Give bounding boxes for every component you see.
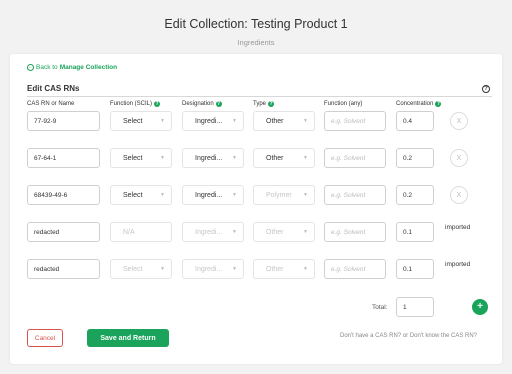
type-select[interactable]: Other ▼	[253, 111, 315, 131]
cas-input[interactable]: 68439-49-6	[27, 185, 100, 205]
remove-row-button[interactable]: X	[450, 186, 468, 204]
help-icon[interactable]: ?	[154, 101, 161, 107]
designation-select[interactable]: Ingredi... ▼	[182, 222, 244, 242]
cas-help-link[interactable]: Don't have a CAS RN? or Don't know the C…	[340, 333, 477, 339]
function-scil-select[interactable]: Select ▼	[110, 185, 172, 205]
chevron-down-icon: ▼	[303, 266, 308, 272]
function-any-input[interactable]: e.g. Solvent	[324, 185, 386, 205]
add-row-button[interactable]: +	[472, 299, 488, 315]
page-title: Edit Collection: Testing Product 1	[164, 17, 348, 31]
col-header-cas: CAS RN or Name	[27, 101, 75, 107]
designation-select[interactable]: Ingredi... ▼	[182, 148, 244, 168]
save-and-return-button[interactable]: Save and Return	[87, 329, 169, 347]
type-select[interactable]: Other ▼	[253, 222, 315, 242]
divider	[27, 96, 492, 97]
total-input[interactable]: 1	[396, 297, 434, 317]
concentration-input[interactable]: 0.1	[396, 259, 434, 279]
total-label: Total:	[372, 304, 388, 311]
section-title: Edit CAS RNs	[27, 84, 80, 93]
imported-label: imported	[445, 261, 471, 268]
page-subtitle: Ingredients	[237, 38, 275, 47]
chevron-down-icon: ▼	[303, 155, 308, 161]
designation-select[interactable]: Ingredi... ▼	[182, 259, 244, 279]
type-select[interactable]: Other ▼	[253, 148, 315, 168]
function-scil-select[interactable]: Select ▼	[110, 111, 172, 131]
chevron-down-icon: ▼	[160, 155, 165, 161]
col-header-type: Type?	[253, 101, 275, 107]
chevron-down-icon: ▼	[232, 155, 237, 161]
chevron-down-icon: ▼	[160, 266, 165, 272]
back-to-manage-collection-link[interactable]: ← Back to Manage Collection	[27, 64, 117, 71]
back-link-prefix: Back to	[36, 64, 58, 71]
function-scil-select[interactable]: Select ▼	[110, 259, 172, 279]
chevron-down-icon: ▼	[160, 118, 165, 124]
chevron-down-icon: ▼	[232, 192, 237, 198]
function-any-input[interactable]: e.g. Solvent	[324, 259, 386, 279]
help-icon[interactable]: ?	[268, 101, 275, 107]
concentration-input[interactable]: 0.2	[396, 148, 434, 168]
function-scil-select[interactable]: N/A	[110, 222, 172, 242]
chevron-down-icon: ▼	[303, 192, 308, 198]
col-header-function-scil: Function (SCIL)?	[110, 101, 161, 107]
chevron-down-icon: ▼	[160, 192, 165, 198]
designation-select[interactable]: Ingredi... ▼	[182, 185, 244, 205]
chevron-down-icon: ▼	[232, 229, 237, 235]
cancel-button[interactable]: Cancel	[27, 329, 63, 347]
remove-row-button[interactable]: X	[450, 112, 468, 130]
cas-input[interactable]: redacted	[27, 222, 100, 242]
function-scil-select[interactable]: Select ▼	[110, 148, 172, 168]
cas-input[interactable]: 77-92-9	[27, 111, 100, 131]
function-any-input[interactable]: e.g. Solvent	[324, 148, 386, 168]
arrow-left-icon: ←	[27, 64, 34, 71]
chevron-down-icon: ▼	[303, 229, 308, 235]
imported-label: imported	[445, 224, 471, 231]
designation-select[interactable]: Ingredi... ▼	[182, 111, 244, 131]
back-link-label: Manage Collection	[59, 64, 118, 71]
remove-row-button[interactable]: X	[450, 149, 468, 167]
col-header-concentration: Concentration?	[396, 101, 442, 107]
help-icon[interactable]: ?	[435, 101, 442, 107]
col-header-designation: Designation?	[182, 101, 222, 107]
type-select[interactable]: Polymer ▼	[253, 185, 315, 205]
concentration-input[interactable]: 0.1	[396, 222, 434, 242]
chevron-down-icon: ▼	[303, 118, 308, 124]
function-any-input[interactable]: e.g. Solvent	[324, 222, 386, 242]
help-icon[interactable]: ?	[215, 101, 222, 107]
col-header-function-any: Function (any)	[324, 101, 363, 107]
question-circle-icon[interactable]: ?	[482, 85, 490, 93]
ingredients-card: ← Back to Manage Collection Edit CAS RNs…	[10, 54, 502, 364]
cas-input[interactable]: redacted	[27, 259, 100, 279]
cas-input[interactable]: 67-64-1	[27, 148, 100, 168]
type-select[interactable]: Other ▼	[253, 259, 315, 279]
concentration-input[interactable]: 0.2	[396, 185, 434, 205]
concentration-input[interactable]: 0.4	[396, 111, 434, 131]
chevron-down-icon: ▼	[232, 266, 237, 272]
function-any-input[interactable]: e.g. Solvent	[324, 111, 386, 131]
chevron-down-icon: ▼	[232, 118, 237, 124]
